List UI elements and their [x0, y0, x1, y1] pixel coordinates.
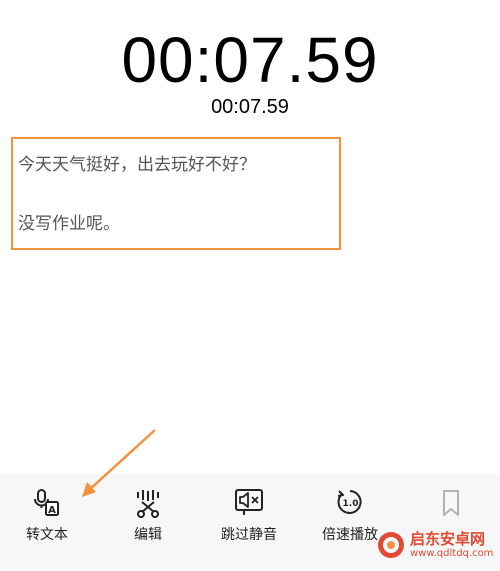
transcript-line: 没写作业呢。 — [18, 214, 120, 234]
scissors-waveform-icon — [137, 490, 159, 518]
watermark-logo-icon — [378, 532, 404, 558]
speed-value: 1.0 — [343, 499, 359, 509]
watermark-url: www.qdltdq.com — [410, 548, 494, 559]
skip-silence-button[interactable]: 跳过静音 — [204, 474, 294, 571]
tool-label: 跳过静音 — [221, 527, 277, 543]
tool-label: 倍速播放 — [322, 527, 378, 543]
edit-button[interactable]: 编辑 — [103, 474, 193, 571]
watermark: 启东安卓网 www.qdltdq.com — [376, 525, 496, 565]
watermark-title: 启东安卓网 — [410, 530, 486, 548]
tool-label: 转文本 — [26, 527, 68, 543]
playback-speed-icon: 1.0 — [337, 490, 362, 514]
timer-main: 00:07.59 — [121, 24, 379, 96]
svg-text:A: A — [48, 505, 56, 516]
tool-label: 编辑 — [134, 527, 162, 543]
speech-to-text-button[interactable]: A 转文本 — [2, 474, 92, 571]
timer-sub: 00:07.59 — [211, 96, 289, 118]
transcript-line: 今天天气挺好，出去玩好不好？ — [18, 155, 256, 175]
skip-silence-icon — [235, 489, 263, 515]
bookmark-icon — [443, 490, 459, 516]
speech-to-text-icon: A — [34, 489, 59, 516]
